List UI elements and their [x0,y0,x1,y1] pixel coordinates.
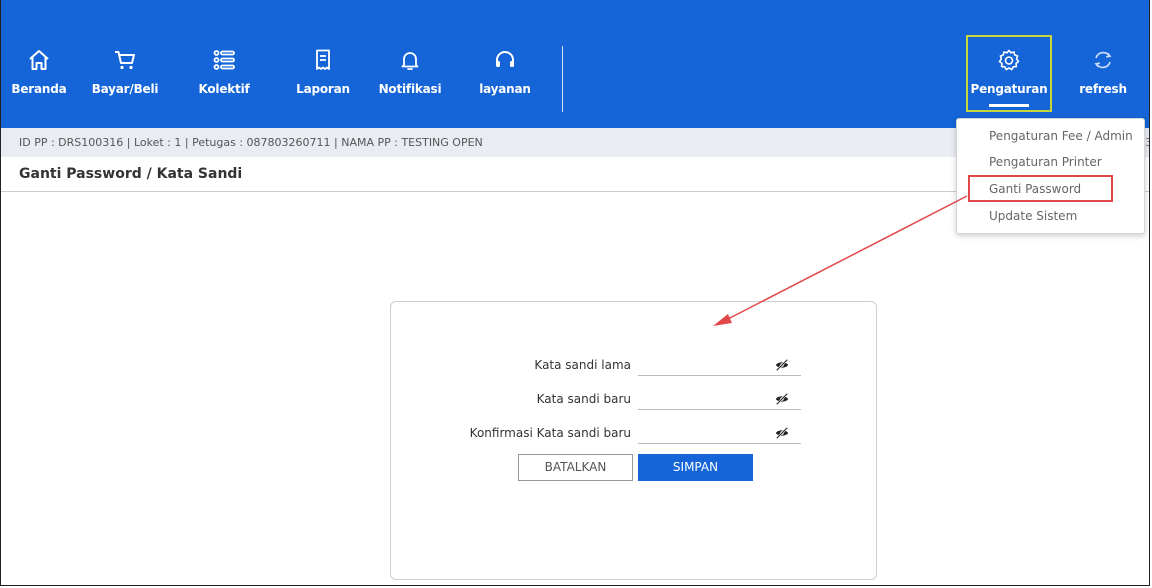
app-window: Beranda Bayar/Beli Kolektif Laporan Noti… [0,0,1150,586]
annotation-arrow [713,195,968,326]
